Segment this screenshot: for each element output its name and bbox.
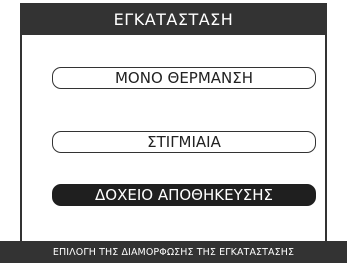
footer-hint-text: ΕΠΙΛΟΓΗ ΤΗΣ ΔΙΑΜΟΡΦΩΣΗΣ ΤΗΣ ΕΓΚΑΤΑΣΤΑΣΗΣ <box>52 246 295 258</box>
option-instant-button[interactable]: ΣΤΙΓΜΙΑΙΑ <box>52 131 316 153</box>
footer-hint-bar: ΕΠΙΛΟΓΗ ΤΗΣ ΔΙΑΜΟΡΦΩΣΗΣ ΤΗΣ ΕΓΚΑΤΑΣΤΑΣΗΣ <box>0 241 347 263</box>
page-title: ΕΓΚΑΤΑΣΤΑΣΗ <box>113 9 234 29</box>
frame-left-border <box>20 35 22 241</box>
option-label: ΔΟΧΕΙΟ ΑΠΟΘΗΚΕΥΣΗΣ <box>95 186 273 204</box>
frame-right-border <box>325 35 327 241</box>
option-label: ΜΟΝΟ ΘΕΡΜΑΝΣΗ <box>114 69 254 87</box>
header-bar: ΕΓΚΑΤΑΣΤΑΣΗ <box>20 3 327 35</box>
option-storage-tank-button[interactable]: ΔΟΧΕΙΟ ΑΠΟΘΗΚΕΥΣΗΣ <box>52 184 316 206</box>
option-label: ΣΤΙΓΜΙΑΙΑ <box>147 133 221 151</box>
option-heating-only-button[interactable]: ΜΟΝΟ ΘΕΡΜΑΝΣΗ <box>52 67 316 89</box>
installation-screen: ΕΓΚΑΤΑΣΤΑΣΗ ΜΟΝΟ ΘΕΡΜΑΝΣΗ ΣΤΙΓΜΙΑΙΑ ΔΟΧΕ… <box>0 0 347 263</box>
